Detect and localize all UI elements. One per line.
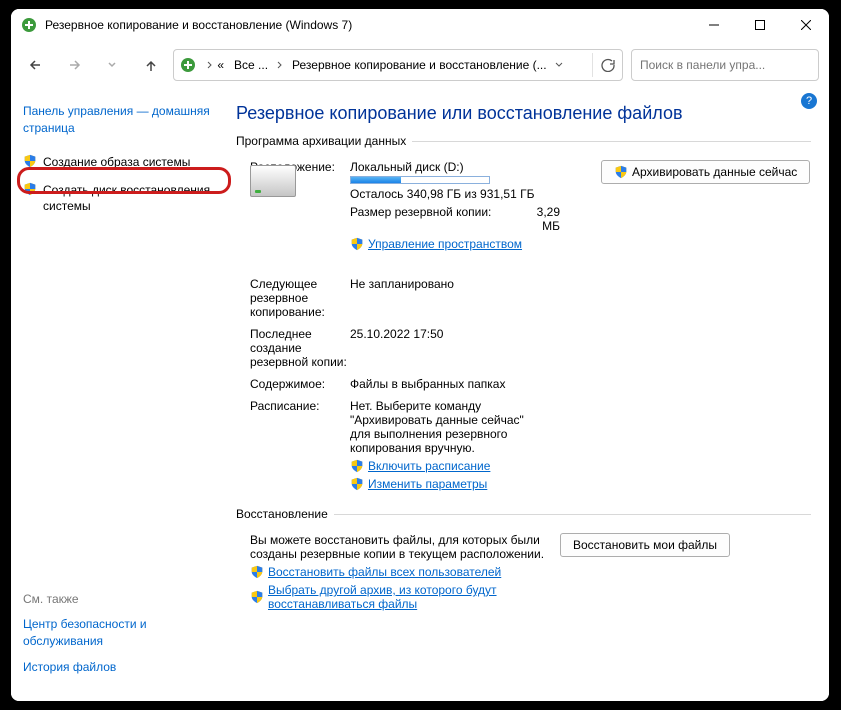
help-icon[interactable]: ? [801,93,817,109]
refresh-button[interactable] [592,53,616,77]
search-input[interactable] [631,49,819,81]
see-also-header: См. также [23,592,214,606]
change-settings-link[interactable]: Изменить параметры [368,477,487,491]
backup-fieldset: Программа архивации данных Расположение:… [236,134,811,495]
next-backup-value: Не запланировано [350,277,601,291]
forward-button[interactable] [59,50,89,80]
manage-space-link[interactable]: Управление пространством [368,237,522,251]
shield-icon [350,459,364,473]
contents-label: Содержимое: [250,377,350,391]
control-panel-home-link[interactable]: Панель управления — домашняя страница [23,103,214,138]
enable-schedule-link[interactable]: Включить расписание [368,459,490,473]
crumb-current[interactable]: Резервное копирование и восстановление (… [288,50,551,80]
schedule-label: Расписание: [250,399,350,413]
shield-icon [350,477,364,491]
restore-my-files-button[interactable]: Восстановить мои файлы [560,533,730,557]
contents-value: Файлы в выбранных папках [350,377,601,391]
file-history-link[interactable]: История файлов [23,659,214,675]
next-backup-label: Следующее резервное копирование: [250,277,350,319]
disk-usage-bar [350,176,490,184]
disk-free-text: Осталось 340,98 ГБ из 931,51 ГБ [350,187,593,201]
backup-size-label: Размер резервной копии: [350,205,491,233]
last-backup-label: Последнее создание резервной копии: [250,327,350,369]
create-system-image-link[interactable]: Создание образа системы [23,154,214,170]
chevron-right-icon [274,50,286,80]
crumb-chev-root[interactable]: « [202,50,228,80]
window-title: Резервное копирование и восстановление (… [45,18,352,32]
app-icon [21,17,37,33]
shield-icon [23,182,37,196]
titlebar: Резервное копирование и восстановление (… [11,9,829,41]
drive-icon [250,165,296,197]
choose-other-archive-link[interactable]: Выбрать другой архив, из которого будут … [268,583,552,611]
schedule-value: Нет. Выберите команду "Архивировать данн… [350,399,540,455]
create-recovery-disc-link[interactable]: Создать диск восстановления системы [23,182,214,214]
recent-dropdown[interactable] [97,50,127,80]
see-also: См. также Центр безопасности и обслужива… [23,592,214,685]
page-title: Резервное копирование или восстановление… [236,103,811,124]
minimize-button[interactable] [691,9,737,41]
security-center-link[interactable]: Центр безопасности и обслуживания [23,616,214,648]
shield-icon [250,565,264,579]
content-area: Резервное копирование или восстановление… [226,89,829,701]
backup-now-button[interactable]: Архивировать данные сейчас [601,160,810,184]
nav-toolbar: « Все ... Резервное копирование и восста… [11,41,829,89]
cp-icon [180,57,196,73]
shield-icon [350,237,364,251]
back-button[interactable] [21,50,51,80]
backup-legend: Программа архивации данных [236,134,412,148]
maximize-button[interactable] [737,9,783,41]
breadcrumb-bar[interactable]: « Все ... Резервное копирование и восста… [173,49,623,81]
crumb-all[interactable]: Все ... [230,50,272,80]
last-backup-value: 25.10.2022 17:50 [350,327,601,341]
chevron-down-icon[interactable] [553,50,565,80]
restore-desc: Вы можете восстановить файлы, для которы… [250,533,552,561]
backup-size-value: 3,29 МБ [520,205,560,233]
restore-legend: Восстановление [236,507,334,521]
restore-all-users-link[interactable]: Восстановить файлы всех пользователей [268,565,501,579]
shield-icon [614,165,628,179]
location-value: Локальный диск (D:) [350,160,593,174]
shield-icon [23,154,37,168]
close-button[interactable] [783,9,829,41]
up-button[interactable] [135,50,165,80]
shield-icon [250,590,264,604]
sidebar: Панель управления — домашняя страница Со… [11,89,226,701]
restore-fieldset: Восстановление Вы можете восстановить фа… [236,507,811,615]
